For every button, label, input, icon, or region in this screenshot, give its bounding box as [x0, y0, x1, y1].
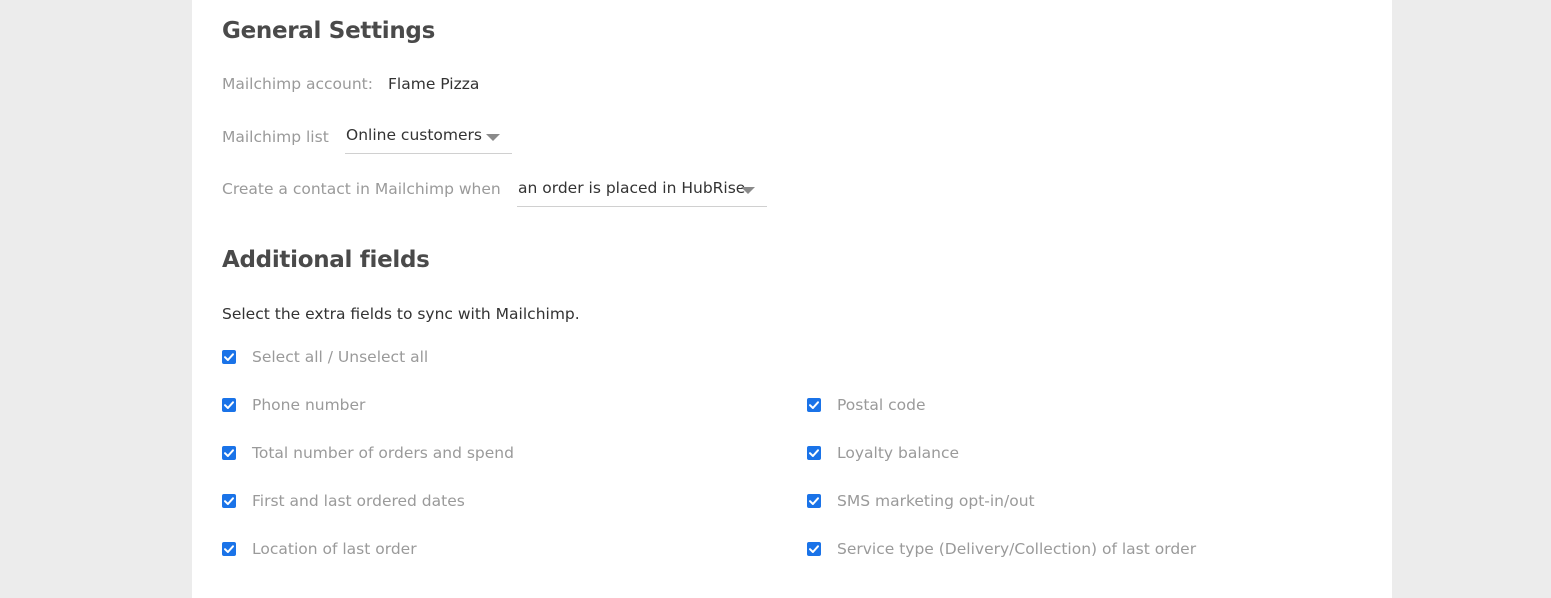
mailchimp-account-label: Mailchimp account: — [222, 75, 373, 93]
sms-opt-in-label[interactable]: SMS marketing opt-in/out — [837, 492, 1035, 510]
checkmark-icon — [224, 497, 234, 505]
phone-number-label[interactable]: Phone number — [252, 396, 365, 414]
ordered-dates-checkbox[interactable] — [222, 494, 236, 508]
caret-down-icon — [486, 134, 500, 141]
checkmark-icon — [809, 449, 819, 457]
loyalty-balance-checkbox[interactable] — [807, 446, 821, 460]
checkmark-icon — [224, 353, 234, 361]
checkmark-icon — [224, 401, 234, 409]
create-contact-selected: an order is placed in HubRise — [518, 179, 746, 197]
last-order-location-label[interactable]: Location of last order — [252, 540, 417, 558]
settings-panel: General Settings Mailchimp account: Flam… — [192, 0, 1392, 598]
mailchimp-list-select[interactable]: Online customers — [345, 121, 512, 154]
phone-number-checkbox[interactable] — [222, 398, 236, 412]
service-type-label[interactable]: Service type (Delivery/Collection) of la… — [837, 540, 1196, 558]
postal-code-label[interactable]: Postal code — [837, 396, 926, 414]
mailchimp-list-selected: Online customers — [346, 126, 482, 144]
caret-down-icon — [741, 187, 755, 194]
general-settings-heading: General Settings — [222, 18, 435, 44]
checkmark-icon — [809, 545, 819, 553]
ordered-dates-label[interactable]: First and last ordered dates — [252, 492, 465, 510]
mailchimp-list-label: Mailchimp list — [222, 128, 329, 146]
checkmark-icon — [224, 449, 234, 457]
additional-fields-description: Select the extra fields to sync with Mai… — [222, 305, 580, 323]
checkmark-icon — [224, 545, 234, 553]
select-all-checkbox[interactable] — [222, 350, 236, 364]
create-contact-select[interactable]: an order is placed in HubRise — [517, 174, 767, 207]
postal-code-checkbox[interactable] — [807, 398, 821, 412]
checkmark-icon — [809, 497, 819, 505]
loyalty-balance-label[interactable]: Loyalty balance — [837, 444, 959, 462]
last-order-location-checkbox[interactable] — [222, 542, 236, 556]
additional-fields-heading: Additional fields — [222, 247, 430, 273]
checkmark-icon — [809, 401, 819, 409]
create-contact-label: Create a contact in Mailchimp when — [222, 180, 501, 198]
orders-and-spend-label[interactable]: Total number of orders and spend — [252, 444, 514, 462]
select-all-label[interactable]: Select all / Unselect all — [252, 348, 428, 366]
sms-opt-in-checkbox[interactable] — [807, 494, 821, 508]
mailchimp-account-value: Flame Pizza — [388, 75, 480, 93]
service-type-checkbox[interactable] — [807, 542, 821, 556]
orders-and-spend-checkbox[interactable] — [222, 446, 236, 460]
